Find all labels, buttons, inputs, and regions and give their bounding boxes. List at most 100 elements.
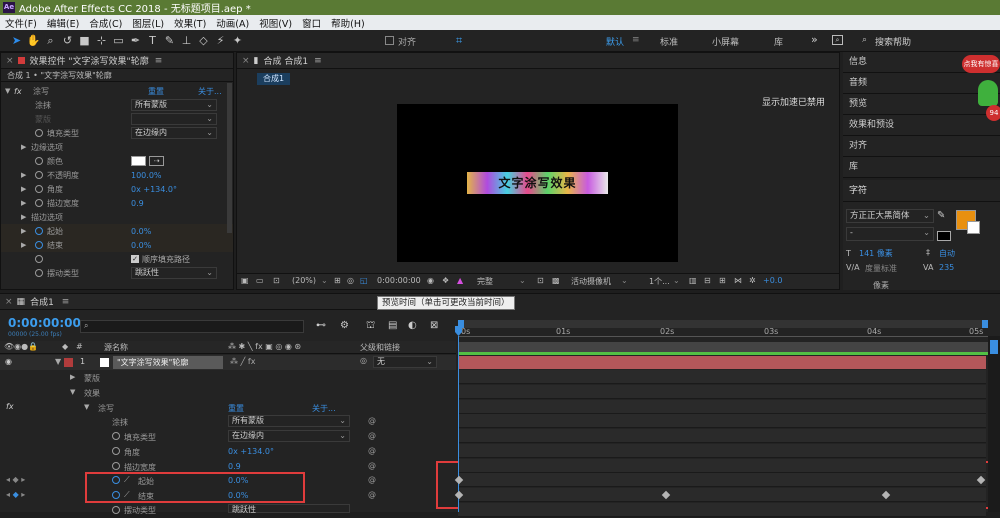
effect-reset-button[interactable]: 重置 <box>228 403 244 414</box>
zoom-dropdown-icon[interactable]: ⌄ <box>321 276 328 285</box>
workspace-standard[interactable]: 标准 <box>660 35 678 48</box>
frame-blending-icon[interactable]: ▤ <box>388 320 397 331</box>
parent-dropdown[interactable]: 无 ⌄ <box>373 356 437 368</box>
stroke-width-value[interactable]: 0.9 <box>131 199 144 208</box>
lock-icon[interactable]: ▮ <box>254 56 259 66</box>
eyedropper-icon[interactable]: ⇢ <box>149 156 164 166</box>
expand-icon[interactable]: ▶ <box>21 241 26 249</box>
rectangle-tool-icon[interactable]: ▭ <box>110 32 127 50</box>
workspace-expand-icon[interactable]: » <box>811 33 818 46</box>
resolution-select[interactable]: 完整 <box>477 276 493 287</box>
stopwatch-icon[interactable] <box>112 462 120 470</box>
menu-file[interactable]: 文件(F) <box>0 16 42 30</box>
panel-library[interactable]: 库 <box>843 157 1000 178</box>
effect-about-link[interactable]: 关于... <box>198 86 222 97</box>
panel-menu-icon[interactable]: ≡ <box>62 297 70 307</box>
views-select[interactable]: 1个... <box>649 276 670 287</box>
no-stroke-swatch[interactable] <box>937 231 951 241</box>
expand-icon[interactable]: ▶ <box>21 185 26 193</box>
draft-3d-icon[interactable]: ⚙ <box>340 320 349 331</box>
stroke-color-swatch[interactable] <box>967 221 980 234</box>
zoom-select[interactable]: (20%) <box>292 276 316 285</box>
col-parent-link[interactable]: 父级和链接 <box>360 342 400 353</box>
stopwatch-icon[interactable] <box>35 171 43 179</box>
layer-search-input[interactable]: ⌕ <box>80 320 304 333</box>
layer-switches-icon[interactable]: ⁂ ╱ fx <box>230 357 255 366</box>
panel-align[interactable]: 对齐 <box>843 136 1000 157</box>
opacity-value[interactable]: 100.0% <box>131 171 162 180</box>
scribble-text-footage[interactable]: 文字涂写效果 <box>467 172 608 194</box>
effect-controls-tab[interactable]: × 效果控件 "文字涂写效果"轮廓 ≡ <box>1 53 233 69</box>
motion-blur-icon[interactable]: ◐ <box>408 320 417 331</box>
exposure-value[interactable]: +0.0 <box>763 276 782 285</box>
exposure-reset-icon[interactable]: ✲ <box>749 276 756 285</box>
flowchart-icon[interactable]: ⊟ <box>704 276 711 285</box>
time-navigator-bar[interactable] <box>458 342 988 352</box>
leading-value[interactable]: 自动 <box>939 248 955 259</box>
vr-icon[interactable]: ⊡ <box>273 276 280 285</box>
col-source-name[interactable]: 源名称 <box>104 342 128 353</box>
expression-pickwhip-icon[interactable]: @ <box>368 490 376 499</box>
composition-tab[interactable]: × ▮ 合成 合成1 ≡ <box>237 53 839 69</box>
sequential-fill-checkbox[interactable]: ✓ <box>131 255 139 263</box>
layer-expand-icon[interactable]: ▼ <box>55 357 61 366</box>
camera-select[interactable]: 活动摄像机 <box>571 276 611 287</box>
font-style-dropdown[interactable]: - ⌄ <box>846 227 934 241</box>
switches-icon[interactable]: ⁂ ✱ ╲ fx ▣ ◎ ◉ ⊛ <box>228 342 301 351</box>
roto-brush-tool-icon[interactable]: ⚡ <box>212 32 229 50</box>
graph-editor-icon[interactable]: ⊠ <box>430 320 438 331</box>
stopwatch-icon[interactable] <box>35 157 43 165</box>
search-help-input[interactable]: 搜索帮助 <box>875 35 911 48</box>
effect-collapse-icon[interactable]: ▼ <box>5 87 10 95</box>
menu-edit[interactable]: 编辑(E) <box>42 16 84 30</box>
stroke-width-value[interactable]: 0.9 <box>228 462 241 471</box>
timeline-zoom-handle[interactable] <box>990 340 998 354</box>
selection-tool-icon[interactable]: ➤ <box>8 32 25 50</box>
mask-visibility-icon[interactable]: ◎ <box>347 276 354 285</box>
parent-pickwhip-icon[interactable]: ◎ <box>360 356 367 365</box>
menu-animation[interactable]: 动画(A) <box>211 16 254 30</box>
comp-subtab[interactable]: 合成1 <box>257 73 291 85</box>
fx-icon[interactable]: fx <box>6 402 14 411</box>
snapshot-icon[interactable]: ◉ <box>427 276 434 285</box>
effect-scrollbar[interactable] <box>227 83 232 233</box>
menu-help[interactable]: 帮助(H) <box>326 16 370 30</box>
pan-behind-tool-icon[interactable]: ⊹ <box>93 32 110 50</box>
timeline-scrollbar[interactable] <box>988 336 1000 512</box>
work-area-bar[interactable] <box>458 320 988 328</box>
expression-pickwhip-icon[interactable]: @ <box>368 431 376 440</box>
expression-pickwhip-icon[interactable]: @ <box>368 416 376 425</box>
panel-effects-presets[interactable]: 效果和预设 <box>843 115 1000 136</box>
resolution-dropdown-icon[interactable]: ⌄ <box>519 276 526 285</box>
close-icon[interactable]: × <box>5 297 13 307</box>
font-size-value[interactable]: 141 像素 <box>859 248 893 259</box>
menu-layer[interactable]: 图层(L) <box>127 16 169 30</box>
fill-type-dropdown[interactable]: 在边缘内 ⌄ <box>131 127 217 139</box>
camera-tool-icon[interactable]: ■ <box>76 32 93 50</box>
playhead-line[interactable] <box>458 336 459 512</box>
workspace-small-screen[interactable]: 小屏幕 <box>712 35 739 48</box>
font-family-dropdown[interactable]: 方正正大黑简体 ⌄ <box>846 209 934 223</box>
menu-window[interactable]: 窗口 <box>297 16 326 30</box>
hand-tool-icon[interactable]: ✋ <box>25 32 42 50</box>
fill-type-dropdown[interactable]: 在边缘内 ⌄ <box>228 430 350 442</box>
effect-reset-button[interactable]: 重置 <box>148 86 164 97</box>
expand-icon[interactable]: ▶ <box>21 213 26 221</box>
stopwatch-icon[interactable] <box>112 447 120 455</box>
close-icon[interactable]: × <box>6 56 14 66</box>
menu-composition[interactable]: 合成(C) <box>84 16 127 30</box>
visibility-eye-icon[interactable]: ◉ <box>5 357 12 366</box>
expand-icon[interactable]: ▶ <box>21 199 26 207</box>
transparency-grid-icon[interactable]: ▩ <box>552 276 560 285</box>
panel-preview[interactable]: 预览 <box>843 94 1000 115</box>
type-tool-icon[interactable]: T <box>144 32 161 50</box>
pen-tool-icon[interactable]: ✒ <box>127 32 144 50</box>
start-value[interactable]: 0.0% <box>131 227 151 236</box>
stopwatch-icon[interactable] <box>35 129 43 137</box>
effect-about-link[interactable]: 关于... <box>312 403 336 414</box>
fast-preview-icon[interactable]: ⊡ <box>537 276 544 285</box>
stopwatch-icon[interactable] <box>112 506 120 514</box>
brush-tool-icon[interactable]: ✎ <box>161 32 178 50</box>
mask-dropdown[interactable]: ⌄ <box>131 113 217 125</box>
always-preview-icon[interactable]: ▣ <box>241 276 249 285</box>
